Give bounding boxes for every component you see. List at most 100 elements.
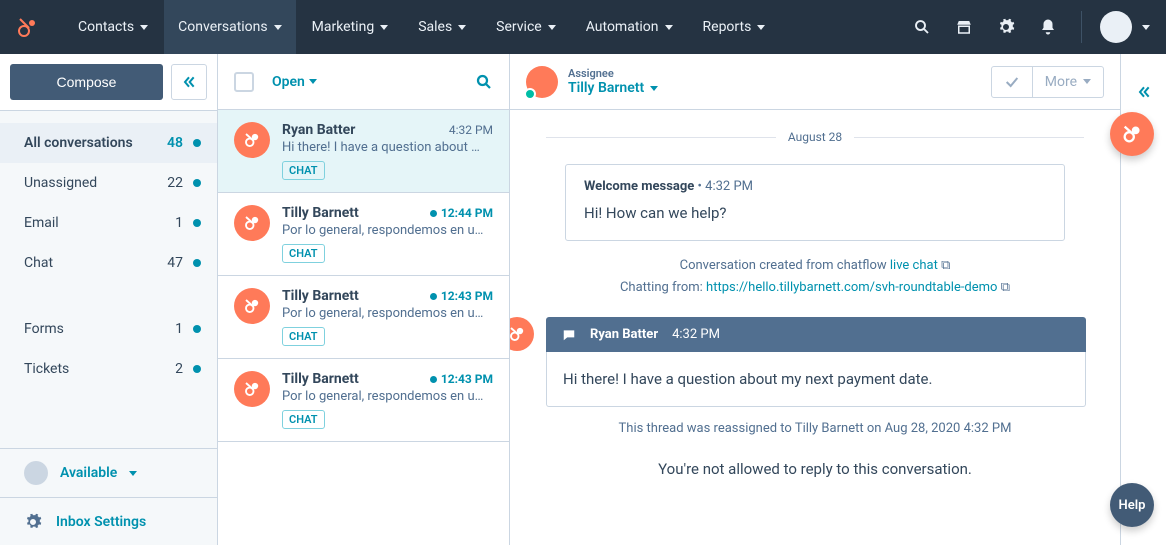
gear-icon	[24, 513, 42, 531]
bell-icon[interactable]	[1039, 18, 1057, 36]
sidebar-item-count: 22	[167, 175, 183, 191]
message-time: 4:32 PM	[672, 327, 720, 342]
assignee-name: Tilly Barnett	[568, 80, 644, 96]
source-url-link[interactable]: https://hello.tillybarnett.com/svh-round…	[706, 280, 997, 295]
sidebar-item-tickets[interactable]: Tickets 2	[0, 349, 217, 389]
conversation-item[interactable]: Tilly Barnett12:43 PM Por lo general, re…	[218, 276, 509, 359]
inbox-sidebar: Compose All conversations 48 Unassigned …	[0, 54, 218, 545]
conversation-item[interactable]: Ryan Batter 4:32 PM Hi there! I have a qu…	[218, 110, 509, 193]
hubspot-avatar-icon	[234, 288, 270, 324]
reassignment-note: This thread was reassigned to Tilly Barn…	[546, 421, 1084, 436]
conversation-time: 12:43 PM	[430, 372, 493, 386]
unread-dot-icon	[430, 210, 437, 217]
availability-dropdown[interactable]: Available	[0, 449, 217, 497]
nav-sales[interactable]: Sales	[404, 0, 480, 54]
sidebar-item-label: Unassigned	[24, 175, 97, 191]
assignee-label: Assignee	[568, 67, 658, 80]
assignee-avatar	[526, 66, 558, 98]
unread-dot-icon	[193, 179, 201, 187]
conversation-snippet: Por lo general, respondemos en u…	[282, 223, 493, 238]
caret-down-icon	[140, 25, 148, 30]
sidebar-item-label: Email	[24, 215, 59, 231]
sidebar-item-count: 1	[175, 321, 183, 337]
conversation-time: 4:32 PM	[449, 123, 493, 137]
unread-dot-icon	[193, 325, 201, 333]
sidebar-item-label: All conversations	[24, 135, 133, 151]
nav-marketing[interactable]: Marketing	[298, 0, 403, 54]
nav-label: Contacts	[78, 19, 134, 35]
unread-dot-icon	[193, 139, 201, 147]
conversation-name: Tilly Barnett	[282, 205, 359, 221]
help-fab-button[interactable]: Help	[1110, 483, 1154, 527]
nav-reports[interactable]: Reports	[689, 0, 780, 54]
search-icon[interactable]	[475, 73, 493, 91]
user-avatar	[1100, 11, 1132, 43]
user-menu[interactable]	[1081, 11, 1150, 43]
welcome-message-card: Welcome message • 4:32 PM Hi! How can we…	[565, 164, 1065, 241]
caret-down-icon	[650, 86, 658, 91]
unread-dot-icon	[193, 259, 201, 267]
sidebar-item-unassigned[interactable]: Unassigned 22	[0, 163, 217, 203]
sidebar-item-count: 2	[175, 361, 183, 377]
nav-contacts[interactable]: Contacts	[64, 0, 162, 54]
status-filter-dropdown[interactable]: Open	[272, 74, 317, 90]
unread-dot-icon	[193, 365, 201, 373]
nav-conversations[interactable]: Conversations	[164, 0, 295, 54]
gear-icon[interactable]	[997, 18, 1015, 36]
conversation-name: Tilly Barnett	[282, 371, 359, 387]
conversation-meta: Conversation created from chatflow live …	[546, 255, 1084, 299]
sidebar-item-forms[interactable]: Forms 1	[0, 309, 217, 349]
mark-done-button[interactable]	[991, 66, 1033, 98]
welcome-time: 4:32 PM	[705, 179, 753, 194]
sidebar-item-label: Tickets	[24, 361, 69, 377]
hubspot-logo-icon	[16, 15, 40, 39]
conversation-thread: Assignee Tilly Barnett More August 28 We…	[510, 54, 1120, 545]
nav-label: Conversations	[178, 19, 267, 35]
nav-label: Service	[496, 19, 542, 35]
hubspot-avatar-icon	[234, 122, 270, 158]
sidebar-item-all-conversations[interactable]: All conversations 48	[0, 123, 217, 163]
welcome-title: Welcome message	[584, 179, 694, 194]
search-icon[interactable]	[913, 18, 931, 36]
more-actions-dropdown[interactable]: More	[1033, 66, 1104, 98]
message-sender: Ryan Batter	[590, 327, 658, 342]
inbox-settings-link[interactable]: Inbox Settings	[0, 497, 217, 545]
presence-dot-icon	[524, 88, 536, 100]
caret-down-icon	[380, 25, 388, 30]
sidebar-item-count: 48	[167, 135, 183, 151]
nav-automation[interactable]: Automation	[572, 0, 687, 54]
conversation-item[interactable]: Tilly Barnett12:44 PM Por lo general, re…	[218, 193, 509, 276]
conversation-item[interactable]: Tilly Barnett12:43 PM Por lo general, re…	[218, 359, 509, 442]
select-all-checkbox[interactable]	[234, 72, 254, 92]
sidebar-item-chat[interactable]: Chat 47	[0, 243, 217, 283]
compose-button[interactable]: Compose	[10, 64, 163, 100]
sidebar-item-count: 1	[175, 215, 183, 231]
nav-service[interactable]: Service	[482, 0, 570, 54]
conversation-snippet: Hi there! I have a question about …	[282, 140, 493, 155]
welcome-text: Hi! How can we help?	[566, 198, 1064, 240]
sidebar-collapse-button[interactable]	[171, 64, 207, 100]
nav-label: Marketing	[312, 19, 375, 35]
hubspot-fab-button[interactable]	[1110, 112, 1154, 156]
caret-down-icon	[309, 79, 317, 84]
sidebar-item-count: 47	[167, 255, 183, 271]
external-link-icon: ⧉	[1001, 280, 1010, 295]
caret-down-icon	[1083, 79, 1091, 84]
help-label: Help	[1119, 498, 1146, 513]
sidebar-item-label: Forms	[24, 321, 64, 337]
conversation-name: Ryan Batter	[282, 122, 355, 138]
caret-down-icon	[1142, 25, 1150, 30]
channel-badge: CHAT	[282, 327, 325, 346]
caret-down-icon	[757, 25, 765, 30]
sidebar-item-email[interactable]: Email 1	[0, 203, 217, 243]
no-reply-notice: You're not allowed to reply to this conv…	[546, 460, 1084, 478]
caret-down-icon	[665, 25, 673, 30]
conversation-list: Open Ryan Batter 4:32 PM Hi there! I have…	[218, 54, 510, 545]
assignee-dropdown[interactable]: Assignee Tilly Barnett	[526, 66, 658, 98]
unread-dot-icon	[193, 219, 201, 227]
chatflow-link[interactable]: live chat	[890, 258, 938, 273]
unread-dot-icon	[430, 376, 437, 383]
marketplace-icon[interactable]	[955, 18, 973, 36]
sidebar-item-label: Chat	[24, 255, 53, 271]
caret-down-icon	[129, 471, 137, 476]
